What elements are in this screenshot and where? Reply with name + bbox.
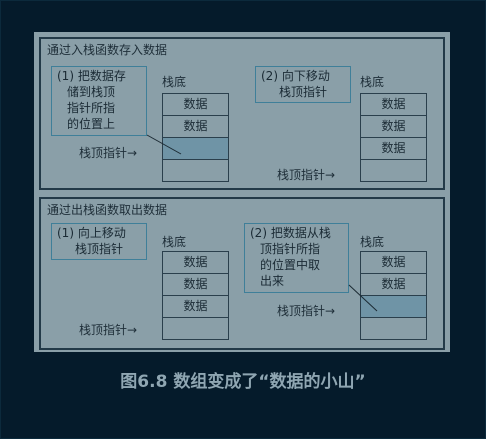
figure-image: 通过入栈函数存入数据 (1) 把数据存 储到栈顶 指针所指 的位置上 栈底 数据… (34, 32, 450, 352)
connector-line (348, 284, 378, 312)
pop-connector-lines (348, 284, 378, 312)
figure-caption: 图6.8 数组变成了“数据的小山” (120, 372, 366, 392)
pop-panel: 通过出栈函数取出数据 (1) 向上移动 栈顶指针 栈底 数据 数据 数据 栈顶指… (39, 197, 445, 350)
push-panel: 通过入栈函数存入数据 (1) 把数据存 储到栈顶 指针所指 的位置上 栈底 数据… (39, 37, 445, 190)
push-connector-lines (146, 134, 182, 155)
connector-line (146, 134, 182, 155)
